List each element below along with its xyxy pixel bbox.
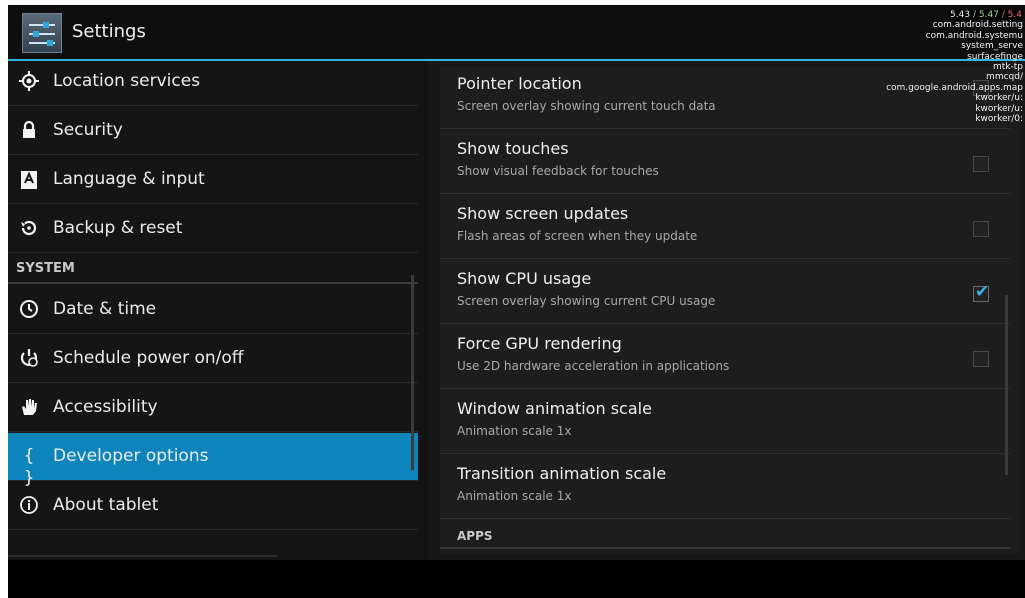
show-screen-updates-checkbox[interactable] xyxy=(973,221,989,237)
braces-icon: { } xyxy=(23,446,35,488)
pref-title: Show touches xyxy=(457,139,569,158)
checkmark-icon: ✔ xyxy=(975,282,990,302)
restore-icon xyxy=(18,217,40,239)
sidebar-item-date-time[interactable]: Date & time xyxy=(8,286,418,334)
sidebar-item-backup-reset[interactable]: Backup & reset xyxy=(8,205,418,253)
sidebar-item-label: Schedule power on/off xyxy=(53,348,244,368)
pref-show-touches[interactable]: Show touches Show visual feedback for to… xyxy=(440,129,1010,194)
list-end-divider xyxy=(8,555,278,557)
right-scrollbar[interactable] xyxy=(1005,295,1008,475)
force-gpu-rendering-checkbox[interactable] xyxy=(973,351,989,367)
sidebar-item-about-tablet[interactable]: About tablet xyxy=(8,482,418,530)
sidebar-item-label: Backup & reset xyxy=(53,218,183,238)
pref-summary: Flash areas of screen when they update xyxy=(457,229,698,243)
cpu-usage-overlay: 5.43 / 5.47 / 5.4 com.android.setting co… xyxy=(886,10,1023,124)
pref-show-screen-updates[interactable]: Show screen updates Flash areas of scree… xyxy=(440,194,1010,259)
sidebar-item-security[interactable]: Security xyxy=(8,107,418,155)
pref-show-cpu-usage[interactable]: Show CPU usage Screen overlay showing cu… xyxy=(440,259,1010,324)
info-icon xyxy=(18,494,40,516)
power-schedule-icon xyxy=(18,347,40,369)
section-header-system: SYSTEM xyxy=(8,254,418,284)
cpu-load-averages: 5.43 / 5.47 / 5.4 xyxy=(949,10,1023,21)
pref-force-gpu-rendering[interactable]: Force GPU rendering Use 2D hardware acce… xyxy=(440,324,1010,389)
page-title: Settings xyxy=(72,21,146,42)
sidebar-item-label: Date & time xyxy=(53,299,157,319)
sidebar-item-label: About tablet xyxy=(53,495,159,515)
sidebar-item-label: Accessibility xyxy=(53,397,158,417)
section-header-apps: APPS xyxy=(457,529,493,543)
action-bar: Settings xyxy=(8,5,1025,59)
cpu-load-5: 5.47 xyxy=(978,10,999,20)
section-header-label: SYSTEM xyxy=(16,261,75,276)
cpu-process: kworker/u: xyxy=(975,93,1023,104)
show-touches-checkbox[interactable] xyxy=(973,156,989,172)
pref-summary: Animation scale 1x xyxy=(457,424,572,438)
pref-window-animation-scale[interactable]: Window animation scale Animation scale 1… xyxy=(440,389,1010,454)
cpu-process: com.android.systemu xyxy=(925,30,1023,41)
sidebar-item-language-input[interactable]: Language & input xyxy=(8,156,418,204)
pref-summary: Screen overlay showing current CPU usage xyxy=(457,294,716,308)
apps-header-divider xyxy=(440,547,1010,549)
pref-title: Force GPU rendering xyxy=(457,334,622,353)
cpu-process: mtk-tp xyxy=(993,62,1023,73)
navigation-bar xyxy=(8,560,1025,598)
pref-title: Show screen updates xyxy=(457,204,629,223)
cpu-process: kworker/0: xyxy=(975,114,1023,125)
pref-transition-animation-scale[interactable]: Transition animation scale Animation sca… xyxy=(440,454,1010,519)
sidebar-item-label: Language & input xyxy=(53,169,205,189)
cpu-load-15: 5.4 xyxy=(1007,10,1022,20)
pref-summary: Show visual feedback for touches xyxy=(457,164,659,178)
tablet-screen: Settings Location services Security Lang… xyxy=(8,5,1025,560)
keyboard-a-icon xyxy=(18,168,40,190)
cpu-process: kworker/u: xyxy=(975,103,1023,114)
pref-summary: Animation scale 1x xyxy=(457,489,572,503)
hand-icon xyxy=(18,396,40,418)
lock-icon xyxy=(18,119,40,141)
preference-list: Pointer location Screen overlay showing … xyxy=(440,67,1020,553)
sidebar-item-label: Location services xyxy=(53,71,201,91)
sidebar-item-accessibility[interactable]: Accessibility xyxy=(8,384,418,432)
cpu-process: mmcqd/ xyxy=(986,72,1023,83)
settings-category-list: Location services Security Language & in… xyxy=(8,61,418,560)
cpu-load-1: 5.43 xyxy=(950,10,971,20)
cpu-process: surfacefinge xyxy=(967,51,1023,62)
clock-icon xyxy=(18,298,40,320)
sidebar-item-developer-options[interactable]: { } Developer options xyxy=(8,433,418,488)
location-icon xyxy=(18,70,40,92)
sidebar-item-label: Security xyxy=(53,120,123,140)
show-cpu-usage-checkbox[interactable]: ✔ xyxy=(973,282,989,302)
pref-summary: Screen overlay showing current touch dat… xyxy=(457,99,716,113)
cpu-process: com.android.setting xyxy=(932,20,1023,31)
cpu-process: com.google.android.apps.map xyxy=(886,82,1023,93)
sidebar-item-location-services[interactable]: Location services xyxy=(8,58,418,106)
sidebar-item-schedule-power[interactable]: Schedule power on/off xyxy=(8,335,418,383)
pref-title: Window animation scale xyxy=(457,399,652,418)
pref-title: Transition animation scale xyxy=(457,464,667,483)
left-scrollbar[interactable] xyxy=(411,275,414,470)
pref-title: Show CPU usage xyxy=(457,269,592,288)
sidebar-item-label: Developer options xyxy=(53,446,209,466)
pref-title: Pointer location xyxy=(457,74,582,93)
pref-summary: Use 2D hardware acceleration in applicat… xyxy=(457,359,730,373)
developer-options-panel: Pointer location Screen overlay showing … xyxy=(428,61,1025,560)
settings-app-icon[interactable] xyxy=(22,13,62,53)
cpu-process: system_serve xyxy=(961,41,1023,52)
